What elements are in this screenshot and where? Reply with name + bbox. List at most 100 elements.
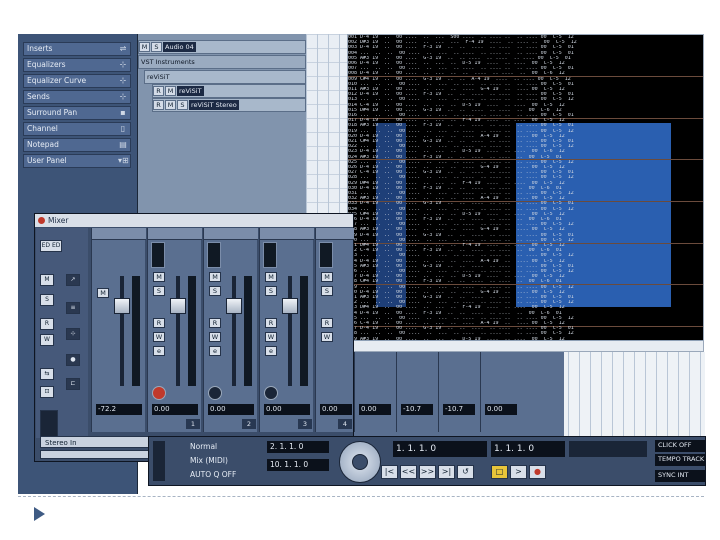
output-selector[interactable]: Stereo In [40, 436, 150, 448]
record-mode-select[interactable]: Normal [187, 441, 245, 453]
inspector-inserts[interactable]: Inserts ⇌ [23, 42, 131, 56]
edit-button[interactable]: e [265, 346, 277, 356]
mute-button[interactable]: M [153, 272, 165, 282]
channel-strip-3[interactable]: M S R W e 0.00 3 [259, 228, 314, 432]
write-all-button[interactable]: W [40, 334, 54, 346]
track-name[interactable]: reViSiT Stereo [189, 100, 239, 110]
track-audio[interactable]: M S Audio 04 [138, 40, 306, 54]
left-locator[interactable]: 2. 1. 1. 0 [267, 441, 329, 453]
auto-quantize[interactable]: AUTO Q OFF [187, 469, 245, 481]
click-toggle[interactable]: CLICK OFF [655, 440, 705, 452]
solo-button[interactable]: S [321, 286, 333, 296]
inspector-notepad[interactable]: Notepad ▤ [23, 138, 131, 152]
rewind-start-button[interactable]: |< [381, 465, 398, 479]
folder-name[interactable]: VST Instruments [139, 57, 197, 67]
sync-toggle[interactable]: SYNC INT [655, 470, 705, 482]
edit-button[interactable]: e [209, 346, 221, 356]
channel-strip-2[interactable]: M S R W e 0.00 2 [203, 228, 258, 432]
mute-button[interactable]: M [139, 42, 150, 52]
fx-icon[interactable]: ≡ [66, 302, 80, 314]
track-row[interactable]: R M SreViSiT Stereo [152, 98, 306, 112]
forward-end-button[interactable]: >| [438, 465, 455, 479]
stop-button[interactable]: □ [491, 465, 508, 479]
eq-icon[interactable]: ⊹ [66, 328, 80, 340]
tracker-pattern[interactable]: 001 D-4 19 .. 00 .... .. ... S00 .... ..… [348, 35, 703, 351]
read-button[interactable]: R [153, 86, 164, 96]
solo-all-button[interactable]: S [40, 294, 54, 306]
write-button[interactable]: W [153, 332, 165, 342]
channel-strip[interactable]: 0.00 [480, 352, 522, 432]
write-button[interactable]: W [209, 332, 221, 342]
mute-button[interactable]: M [165, 100, 176, 110]
volume-fader[interactable] [282, 298, 298, 314]
record-icon[interactable]: ● [66, 354, 80, 366]
tracker-window[interactable]: 001 D-4 19 .. 00 .... .. ... S00 .... ..… [347, 34, 704, 352]
read-button[interactable]: R [321, 318, 333, 328]
marker-display[interactable] [569, 441, 647, 457]
jog-wheel[interactable] [339, 441, 381, 483]
track-instrument[interactable]: reViSiT [144, 70, 306, 84]
rewind-button[interactable]: << [400, 465, 417, 479]
pan-knob[interactable] [264, 386, 278, 400]
mute-button[interactable]: M [209, 272, 221, 282]
channel-strip[interactable]: -10.7 [438, 352, 480, 432]
volume-fader[interactable] [170, 298, 186, 314]
tempo-track-toggle[interactable]: TEMPO TRACK [655, 454, 705, 466]
mute-button[interactable]: M [165, 86, 176, 96]
channel-strip-1[interactable]: M S R W e 0.00 1 [147, 228, 202, 432]
link-button[interactable]: ⇆ [40, 368, 54, 380]
inspector-channel[interactable]: Channel ▯ [23, 122, 131, 136]
route-icon[interactable]: ↗ [66, 274, 80, 286]
secondary-position[interactable]: 1. 1. 1. 0 [491, 441, 565, 457]
read-all-button[interactable]: R [40, 318, 54, 330]
solo-button[interactable]: S [151, 42, 162, 52]
read-button[interactable]: R [209, 318, 221, 328]
view-selector[interactable]: ED ED [40, 240, 62, 252]
instrument-name[interactable]: reViSiT [145, 72, 172, 82]
close-icon[interactable] [38, 217, 45, 224]
read-button[interactable]: R [265, 318, 277, 328]
play-button[interactable]: > [510, 465, 527, 479]
mute-button[interactable]: M [321, 272, 333, 282]
channel-strip-input[interactable]: M -72.2 [91, 228, 146, 432]
shuttle-knob[interactable] [352, 454, 368, 470]
mute-all-button[interactable]: M [40, 274, 54, 286]
write-button[interactable]: W [321, 332, 333, 342]
read-button[interactable]: R [153, 100, 164, 110]
track-folder[interactable]: VST Instruments [138, 55, 306, 69]
mixer-window[interactable]: Mixer ED ED M S R W ⇆ ⊡ ↗ ≡ ⊹ ● ⊏ M -72.… [34, 213, 354, 462]
output-icon[interactable]: ⊏ [66, 378, 80, 390]
inspector-eq-curve[interactable]: Equalizer Curve ⊹ [23, 74, 131, 88]
track-row[interactable]: R MreViSiT [152, 84, 306, 98]
write-button[interactable]: W [265, 332, 277, 342]
volume-fader[interactable] [226, 298, 242, 314]
pan-knob[interactable] [208, 386, 222, 400]
channel-strip[interactable]: 0.00 [354, 352, 396, 432]
track-name[interactable]: Audio 04 [163, 42, 196, 52]
edit-button[interactable]: e [153, 346, 165, 356]
inspector-equalizers[interactable]: Equalizers ⊹ [23, 58, 131, 72]
channel-strip[interactable]: -10.7 [396, 352, 438, 432]
solo-button[interactable]: S [153, 286, 165, 296]
inspector-surround-pan[interactable]: Surround Pan ▪ [23, 106, 131, 120]
solo-button[interactable]: S [177, 100, 188, 110]
volume-fader[interactable] [114, 298, 130, 314]
record-button[interactable]: ● [529, 465, 546, 479]
cycle-button[interactable]: ↺ [457, 465, 474, 479]
solo-button[interactable]: S [209, 286, 221, 296]
mix-mode-select[interactable]: Mix (MIDI) [187, 455, 245, 467]
read-button[interactable]: R [153, 318, 165, 328]
mixer-title-bar[interactable]: Mixer [35, 214, 353, 227]
mute-button[interactable]: M [265, 272, 277, 282]
inspector-user-panel[interactable]: User Panel ▾⊞ [23, 154, 131, 168]
track-name[interactable]: reViSiT [177, 86, 204, 96]
primary-position[interactable]: 1. 1. 1. 0 [393, 441, 487, 457]
inspector-sends[interactable]: Sends ⊹ [23, 90, 131, 104]
arrange-grid[interactable] [306, 34, 350, 214]
right-locator[interactable]: 10. 1. 1. 0 [267, 459, 329, 471]
record-enable-button[interactable] [152, 386, 166, 400]
solo-button[interactable]: S [265, 286, 277, 296]
channel-strip-4[interactable]: M S R W 0.00 4 [315, 228, 354, 432]
mute-button[interactable]: M [97, 288, 109, 298]
forward-button[interactable]: >> [419, 465, 436, 479]
